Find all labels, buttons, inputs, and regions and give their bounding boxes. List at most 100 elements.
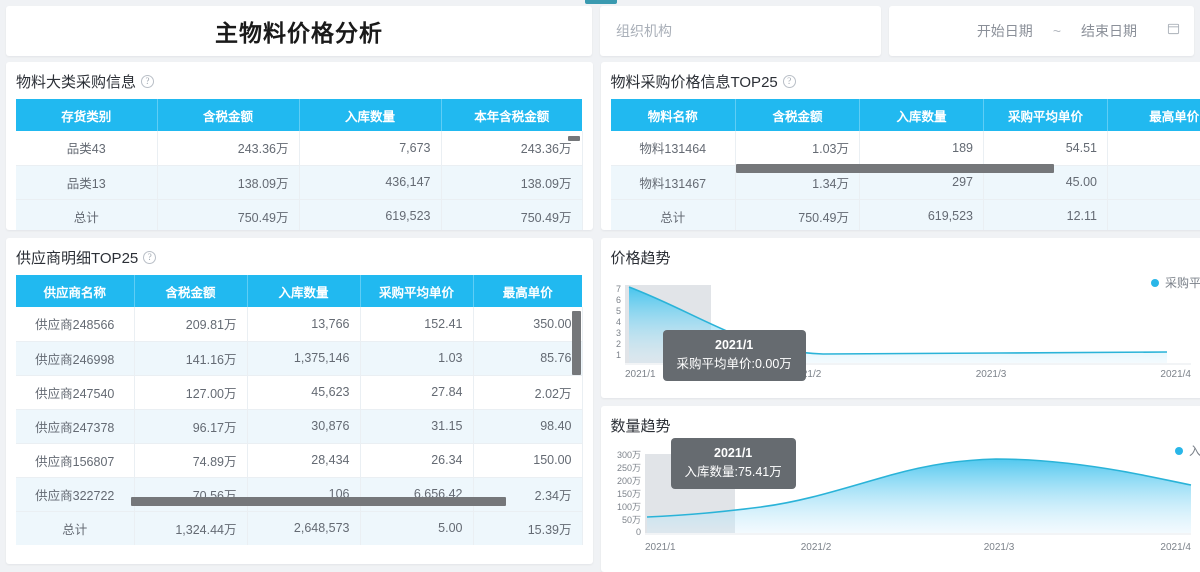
table-row[interactable]: 品类13 138.09万 436,147 138.09万 (16, 165, 582, 199)
x-tick: 2021/4 (1160, 542, 1191, 553)
right-column: 物料采购价格信息TOP25 ? 物料名称 含税金额 入库数量 采购平均单价 最高 (601, 62, 1200, 572)
y-tick: 150万 (616, 489, 640, 499)
tooltip-value: 采购平均单价:0.00万 (677, 355, 792, 374)
cell: 供应商246998 (16, 341, 134, 375)
help-icon[interactable]: ? (783, 75, 796, 88)
col-header[interactable]: 供应商名称 (16, 275, 134, 307)
cell: 供应商248566 (16, 307, 134, 341)
cell: 1.03万 (736, 131, 860, 165)
card-title-text: 价格趋势 (611, 247, 671, 268)
cell: 13,766 (247, 307, 360, 341)
cell: 5.00 (360, 511, 473, 545)
col-header[interactable]: 含税金额 (736, 99, 860, 131)
left-column: 物料大类采购信息 ? 存货类别 含税金额 入库数量 本年含税金额 (6, 62, 593, 564)
table-row[interactable]: 品类43 243.36万 7,673 243.36万 (16, 131, 582, 165)
cell: 350.00 (473, 307, 582, 341)
cell: 总计 (16, 511, 134, 545)
material-category-table-wrap: 存货类别 含税金额 入库数量 本年含税金额 品类43 243.36万 7,673 (16, 99, 583, 230)
col-header[interactable]: 存货类别 (16, 99, 157, 131)
vertical-scrollbar[interactable] (572, 311, 581, 375)
org-placeholder: 组织机构 (616, 21, 672, 41)
col-header[interactable]: 物料名称 (611, 99, 736, 131)
table-row[interactable]: 供应商246998 141.16万 1,375,146 1.03 85.76 (16, 341, 582, 375)
date-range-filter[interactable]: 开始日期 ~ 结束日期 (889, 6, 1194, 56)
horizontal-scrollbar[interactable] (736, 164, 1054, 173)
supplier-table-wrap: 供应商名称 含税金额 入库数量 采购平均单价 最高单价 供应商248566 20… (16, 275, 583, 545)
legend-dot-icon (1151, 279, 1159, 287)
cell: 619,523 (860, 199, 984, 230)
date-start-input[interactable]: 开始日期 (961, 21, 1049, 41)
col-header[interactable]: 最高单价 (473, 275, 582, 307)
cell: 141.16万 (134, 341, 247, 375)
col-header[interactable]: 最高单价 (1108, 99, 1200, 131)
col-header[interactable]: 含税金额 (157, 99, 299, 131)
cell: 152.41 (360, 307, 473, 341)
x-tick: 2021/1 (645, 542, 676, 553)
cell: 物料131467 (611, 165, 736, 199)
calendar-icon[interactable] (1167, 22, 1180, 40)
org-filter[interactable]: 组织机构 (600, 6, 881, 56)
col-header[interactable]: 入库数量 (299, 99, 441, 131)
price-trend-legend[interactable]: 采购平均单价 (1151, 274, 1200, 291)
col-header[interactable]: 入库数量 (860, 99, 984, 131)
tooltip-value: 入库数量:75.41万 (685, 463, 782, 482)
cell: 750.49万 (736, 199, 860, 230)
cell: 436,147 (299, 165, 441, 199)
legend-label: 采购平均单价 (1165, 274, 1200, 291)
col-header[interactable]: 采购平均单价 (984, 99, 1108, 131)
tooltip-date: 2021/1 (677, 336, 792, 355)
cell (1108, 199, 1200, 230)
scroll-nub[interactable] (568, 136, 580, 141)
col-header[interactable]: 采购平均单价 (360, 275, 473, 307)
cell: 619,523 (299, 199, 441, 230)
x-tick: 2021/4 (1160, 369, 1191, 380)
cell: 2.02万 (473, 375, 582, 409)
y-tick: 7 (615, 284, 620, 294)
table-row[interactable]: 供应商247540 127.00万 45,623 27.84 2.02万 (16, 375, 582, 409)
dashboard-body: 物料大类采购信息 ? 存货类别 含税金额 入库数量 本年含税金额 (0, 56, 1200, 572)
help-icon[interactable]: ? (143, 251, 156, 264)
cell: 750.49万 (441, 199, 582, 230)
price-trend-title-row: 价格趋势 (601, 238, 1200, 275)
header-row: 主物料价格分析 组织机构 开始日期 ~ 结束日期 (0, 0, 1200, 56)
y-tick: 0 (635, 527, 640, 537)
cell: 1,324.44万 (134, 511, 247, 545)
horizontal-scrollbar[interactable] (131, 497, 506, 506)
y-tick: 50万 (621, 515, 640, 525)
col-header[interactable]: 本年含税金额 (441, 99, 582, 131)
help-icon[interactable]: ? (141, 75, 154, 88)
page-title-card: 主物料价格分析 (6, 6, 592, 56)
table-row[interactable]: 供应商248566 209.81万 13,766 152.41 350.00 (16, 307, 582, 341)
table-row[interactable]: 供应商156807 74.89万 28,434 26.34 150.00 (16, 443, 582, 477)
table-row[interactable]: 供应商247378 96.17万 30,876 31.15 98.40 (16, 409, 582, 443)
cell: 31.15 (360, 409, 473, 443)
x-tick: 2021/1 (625, 369, 656, 380)
material-category-title-row: 物料大类采购信息 ? (6, 62, 593, 99)
material-category-card: 物料大类采购信息 ? 存货类别 含税金额 入库数量 本年含税金额 (6, 62, 593, 230)
cell: 物料131464 (611, 131, 736, 165)
tooltip-date: 2021/1 (685, 444, 782, 463)
cell: 138.09万 (157, 165, 299, 199)
cell: 28,434 (247, 443, 360, 477)
price-trend-card: 价格趋势 采购平均单价 (601, 238, 1200, 398)
cell: 品类13 (16, 165, 157, 199)
cell: 54.51 (984, 131, 1108, 165)
cell (1108, 165, 1200, 199)
quantity-trend-legend[interactable]: 入库数量 (1175, 442, 1200, 459)
col-header[interactable]: 入库数量 (247, 275, 360, 307)
y-tick: 300万 (616, 450, 640, 460)
table-row[interactable]: 物料131464 1.03万 189 54.51 (611, 131, 1200, 165)
cell: 243.36万 (441, 131, 582, 165)
y-tick: 3 (615, 328, 620, 338)
legend-label: 入库数量 (1189, 442, 1200, 459)
page-title: 主物料价格分析 (215, 14, 383, 48)
supplier-title-row: 供应商明细TOP25 ? (6, 238, 593, 275)
date-end-input[interactable]: 结束日期 (1065, 21, 1153, 41)
date-range-separator: ~ (1049, 23, 1065, 39)
y-tick: 2 (615, 339, 620, 349)
col-header[interactable]: 含税金额 (134, 275, 247, 307)
table-total-row: 总计 750.49万 619,523 750.49万 (16, 199, 582, 230)
card-title-text: 供应商明细TOP25 (16, 247, 138, 268)
cell: 127.00万 (134, 375, 247, 409)
cell: 总计 (16, 199, 157, 230)
